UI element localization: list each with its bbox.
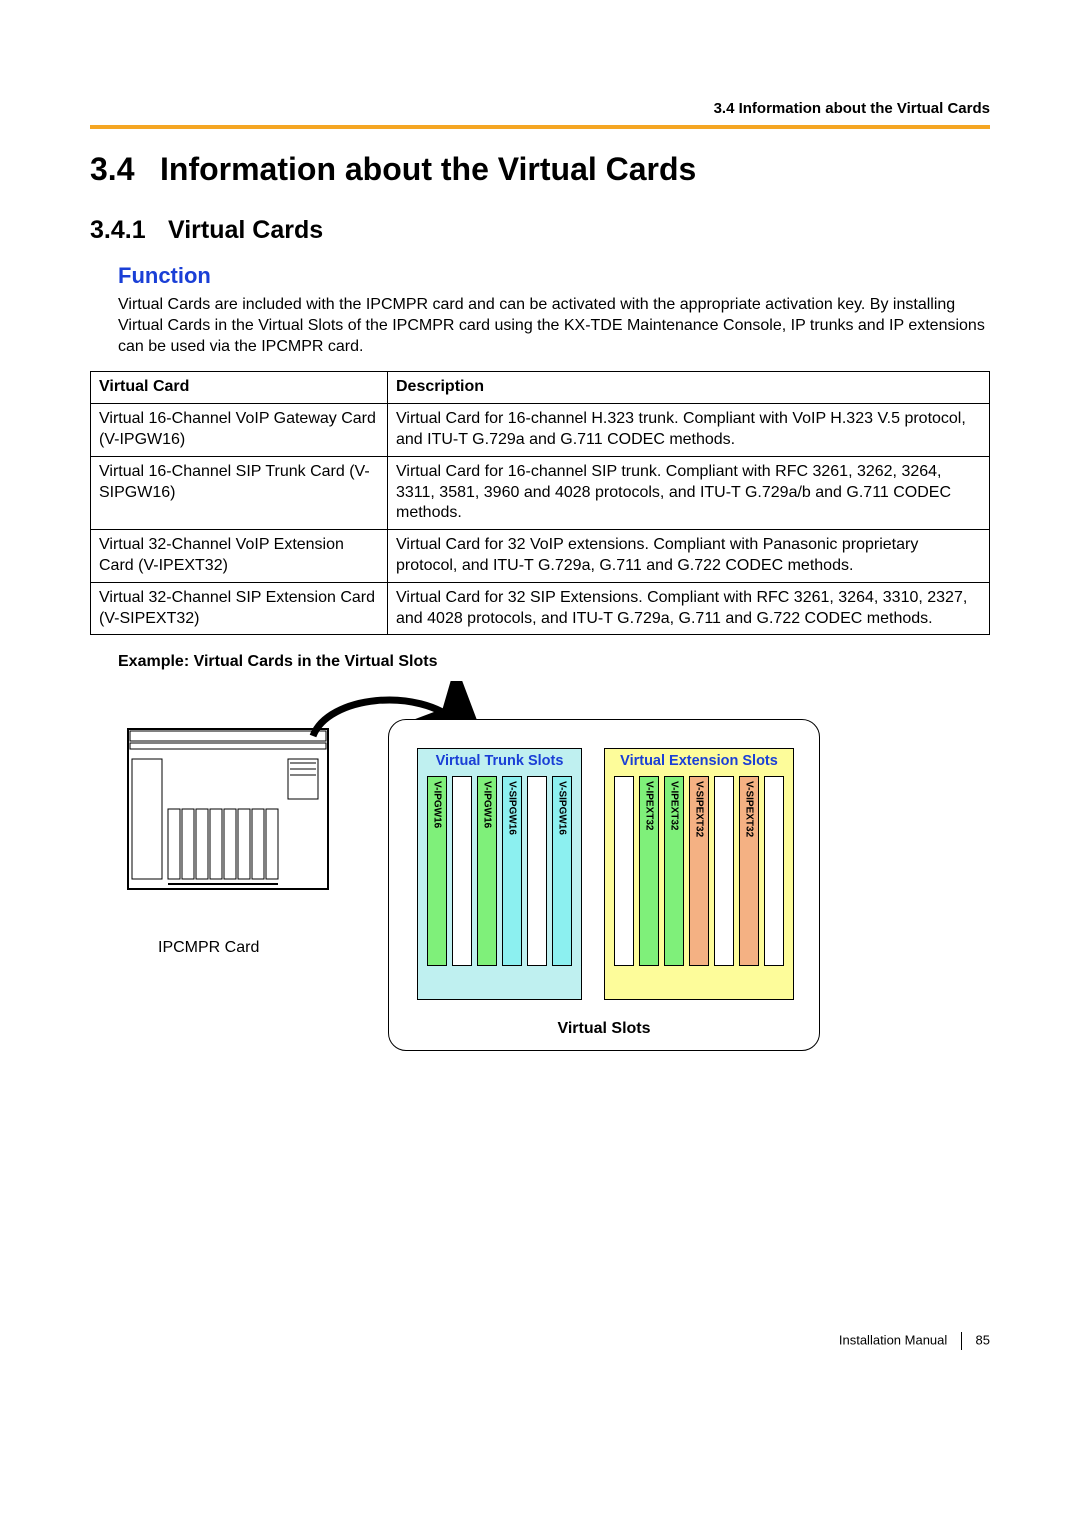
vcard-trunk-empty	[527, 776, 547, 966]
table-header-desc: Description	[388, 372, 990, 404]
virtual-cards-table: Virtual Card Description Virtual 16-Chan…	[90, 371, 990, 635]
vcard-trunk: V-SIPGW16	[552, 776, 572, 966]
header-breadcrumb: 3.4 Information about the Virtual Cards	[90, 100, 990, 117]
example-title: Example: Virtual Cards in the Virtual Sl…	[118, 653, 990, 671]
vcard-ext-empty	[714, 776, 734, 966]
section-heading: 3.4Information about the Virtual Cards	[90, 151, 990, 188]
vcard-trunk: V-IPGW16	[427, 776, 447, 966]
subsection-title-text: Virtual Cards	[168, 216, 323, 244]
vcard-ext: V-IPEXT32	[639, 776, 659, 966]
page-footer: Installation Manual 85	[839, 1332, 990, 1350]
vcard-ext-empty	[764, 776, 784, 966]
section-title-text: Information about the Virtual Cards	[160, 151, 696, 187]
vcard-trunk-empty	[452, 776, 472, 966]
table-row: Virtual 32-Channel SIP Extension Card (V…	[91, 582, 990, 635]
virtual-slots-box: Virtual Trunk Slots V-IPGW16 V-IPGW16 V-…	[388, 719, 820, 1051]
subsection-number: 3.4.1	[90, 216, 168, 245]
vcard-ext: V-SIPEXT32	[689, 776, 709, 966]
function-heading: Function	[118, 263, 990, 289]
table-cell-desc: Virtual Card for 16-channel SIP trunk. C…	[388, 456, 990, 529]
table-cell-card: Virtual 32-Channel VoIP Extension Card (…	[91, 530, 388, 583]
trunk-group-title: Virtual Trunk Slots	[418, 749, 581, 776]
table-cell-card: Virtual 16-Channel VoIP Gateway Card (V-…	[91, 404, 388, 457]
table-cell-card: Virtual 16-Channel SIP Trunk Card (V-SIP…	[91, 456, 388, 529]
ext-group-title: Virtual Extension Slots	[605, 749, 793, 776]
page: 3.4 Information about the Virtual Cards …	[0, 0, 1080, 1400]
header-rule	[90, 125, 990, 129]
table-cell-desc: Virtual Card for 32 SIP Extensions. Comp…	[388, 582, 990, 635]
diagram: IPCMPR Card Virtual Trunk Slots V-IPGW16	[118, 689, 990, 1089]
table-cell-card: Virtual 32-Channel SIP Extension Card (V…	[91, 582, 388, 635]
subsection-heading: 3.4.1Virtual Cards	[90, 216, 990, 245]
table-row: Virtual 16-Channel SIP Trunk Card (V-SIP…	[91, 456, 990, 529]
ipcmpr-label: IPCMPR Card	[158, 939, 259, 957]
footer-page-number: 85	[976, 1332, 990, 1347]
vcard-ext: V-SIPEXT32	[739, 776, 759, 966]
virtual-extension-slots-group: Virtual Extension Slots V-IPEXT32 V-IPEX…	[604, 748, 794, 1000]
section-number: 3.4	[90, 151, 160, 188]
table-cell-desc: Virtual Card for 16-channel H.323 trunk.…	[388, 404, 990, 457]
table-row: Virtual 16-Channel VoIP Gateway Card (V-…	[91, 404, 990, 457]
vcard-ext: V-IPEXT32	[664, 776, 684, 966]
virtual-trunk-slots-group: Virtual Trunk Slots V-IPGW16 V-IPGW16 V-…	[417, 748, 582, 1000]
footer-divider-icon	[961, 1332, 962, 1350]
table-cell-desc: Virtual Card for 32 VoIP extensions. Com…	[388, 530, 990, 583]
vcard-ext-empty	[614, 776, 634, 966]
virtual-slots-label: Virtual Slots	[389, 1020, 819, 1038]
vcard-trunk: V-SIPGW16	[502, 776, 522, 966]
table-header-row: Virtual Card Description	[91, 372, 990, 404]
function-intro: Virtual Cards are included with the IPCM…	[118, 295, 990, 357]
vcard-trunk: V-IPGW16	[477, 776, 497, 966]
table-row: Virtual 32-Channel VoIP Extension Card (…	[91, 530, 990, 583]
table-header-card: Virtual Card	[91, 372, 388, 404]
footer-manual: Installation Manual	[839, 1332, 947, 1347]
